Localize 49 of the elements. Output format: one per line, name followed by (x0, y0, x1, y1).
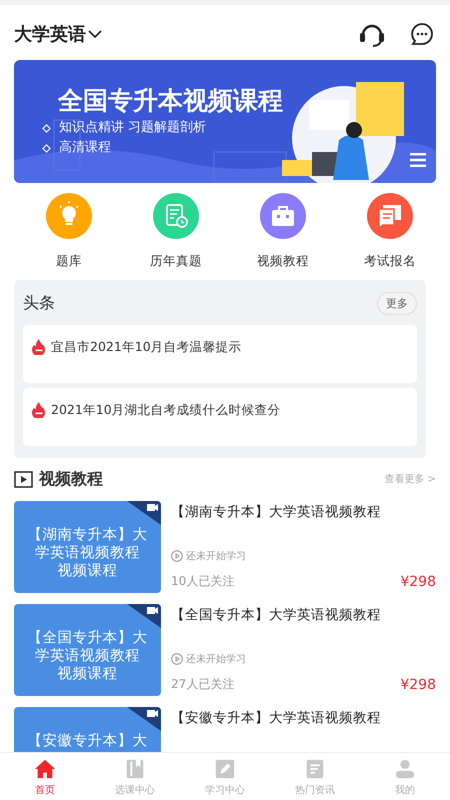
more-button[interactable]: 更多 (377, 292, 417, 315)
study-status: 还未开始学习 (186, 652, 246, 666)
price: ¥298 (400, 574, 436, 590)
study-status: 还未开始学习 (186, 550, 246, 563)
camera-icon (127, 604, 161, 628)
banner-point: 知识点精讲 习题解题剖析 (59, 119, 206, 137)
headline-text: 宜昌市2021年10月自考温馨提示 (51, 339, 242, 356)
shortcut-button[interactable]: 题库 (39, 193, 99, 270)
course-title[interactable]: 【湖南专升本】大学英语视频教程 (171, 503, 436, 521)
subject-dropdown[interactable]: 大学英语 (14, 22, 102, 46)
banner-title: 全国专升本视频课程 (58, 86, 283, 116)
play-icon (171, 550, 183, 562)
hot-icon (32, 402, 46, 418)
course-title[interactable]: 【安徽专升本】大学英语视频教程 (171, 709, 436, 727)
camera-icon (127, 501, 161, 525)
home-icon (34, 758, 56, 780)
news-icon (304, 758, 326, 780)
menu-icon[interactable] (410, 153, 426, 167)
video-icon (14, 470, 33, 488)
headline-card[interactable]: 宜昌市2021年10月自考温馨提示 (23, 325, 417, 383)
headline-card[interactable]: 2021年10月湖北自考成绩什么时候查分 (23, 388, 417, 446)
tab-button[interactable]: 首页 (0, 753, 90, 800)
shortcut-button[interactable]: 历年真题 (146, 193, 206, 270)
hot-icon (32, 339, 46, 355)
diamond-icon (42, 124, 51, 132)
thumbnail-title: 【全国专升本】大 学英语视频教程 视频课程 (26, 629, 148, 683)
section-title: 视频教程 (39, 468, 103, 490)
pen-icon (214, 758, 236, 780)
shortcut-button[interactable]: 考试报名 (360, 193, 420, 270)
caret-icon (88, 28, 102, 38)
headline-text: 2021年10月湖北自考成绩什么时候查分 (51, 402, 281, 419)
follower-count: 27人已关注 (171, 676, 234, 693)
course-title[interactable]: 【全国专升本】大学英语视频教程 (171, 606, 436, 624)
course-thumbnail[interactable]: 【湖南专升本】大 学英语视频教程 视频课程 (14, 501, 161, 593)
thumbnail-title: 【湖南专升本】大 学英语视频教程 视频课程 (26, 526, 148, 580)
user-icon (394, 758, 416, 780)
message-icon[interactable] (410, 22, 434, 46)
camera-icon (127, 707, 161, 731)
section-title: 头条 (23, 293, 55, 314)
follower-count: 10人已关注 (171, 573, 234, 590)
book-icon (124, 758, 146, 780)
price: ¥298 (400, 676, 436, 692)
shortcut-button[interactable]: 视频教程 (253, 193, 313, 270)
diamond-icon (42, 144, 51, 152)
course-thumbnail[interactable]: 【全国专升本】大 学英语视频教程 视频课程 (14, 604, 161, 696)
banner-point: 高清课程 (59, 139, 111, 157)
play-icon (171, 653, 183, 665)
course-thumbnail[interactable]: 【安徽专升本】大 (14, 707, 161, 752)
thumbnail-title: 【安徽专升本】大 (26, 732, 148, 750)
